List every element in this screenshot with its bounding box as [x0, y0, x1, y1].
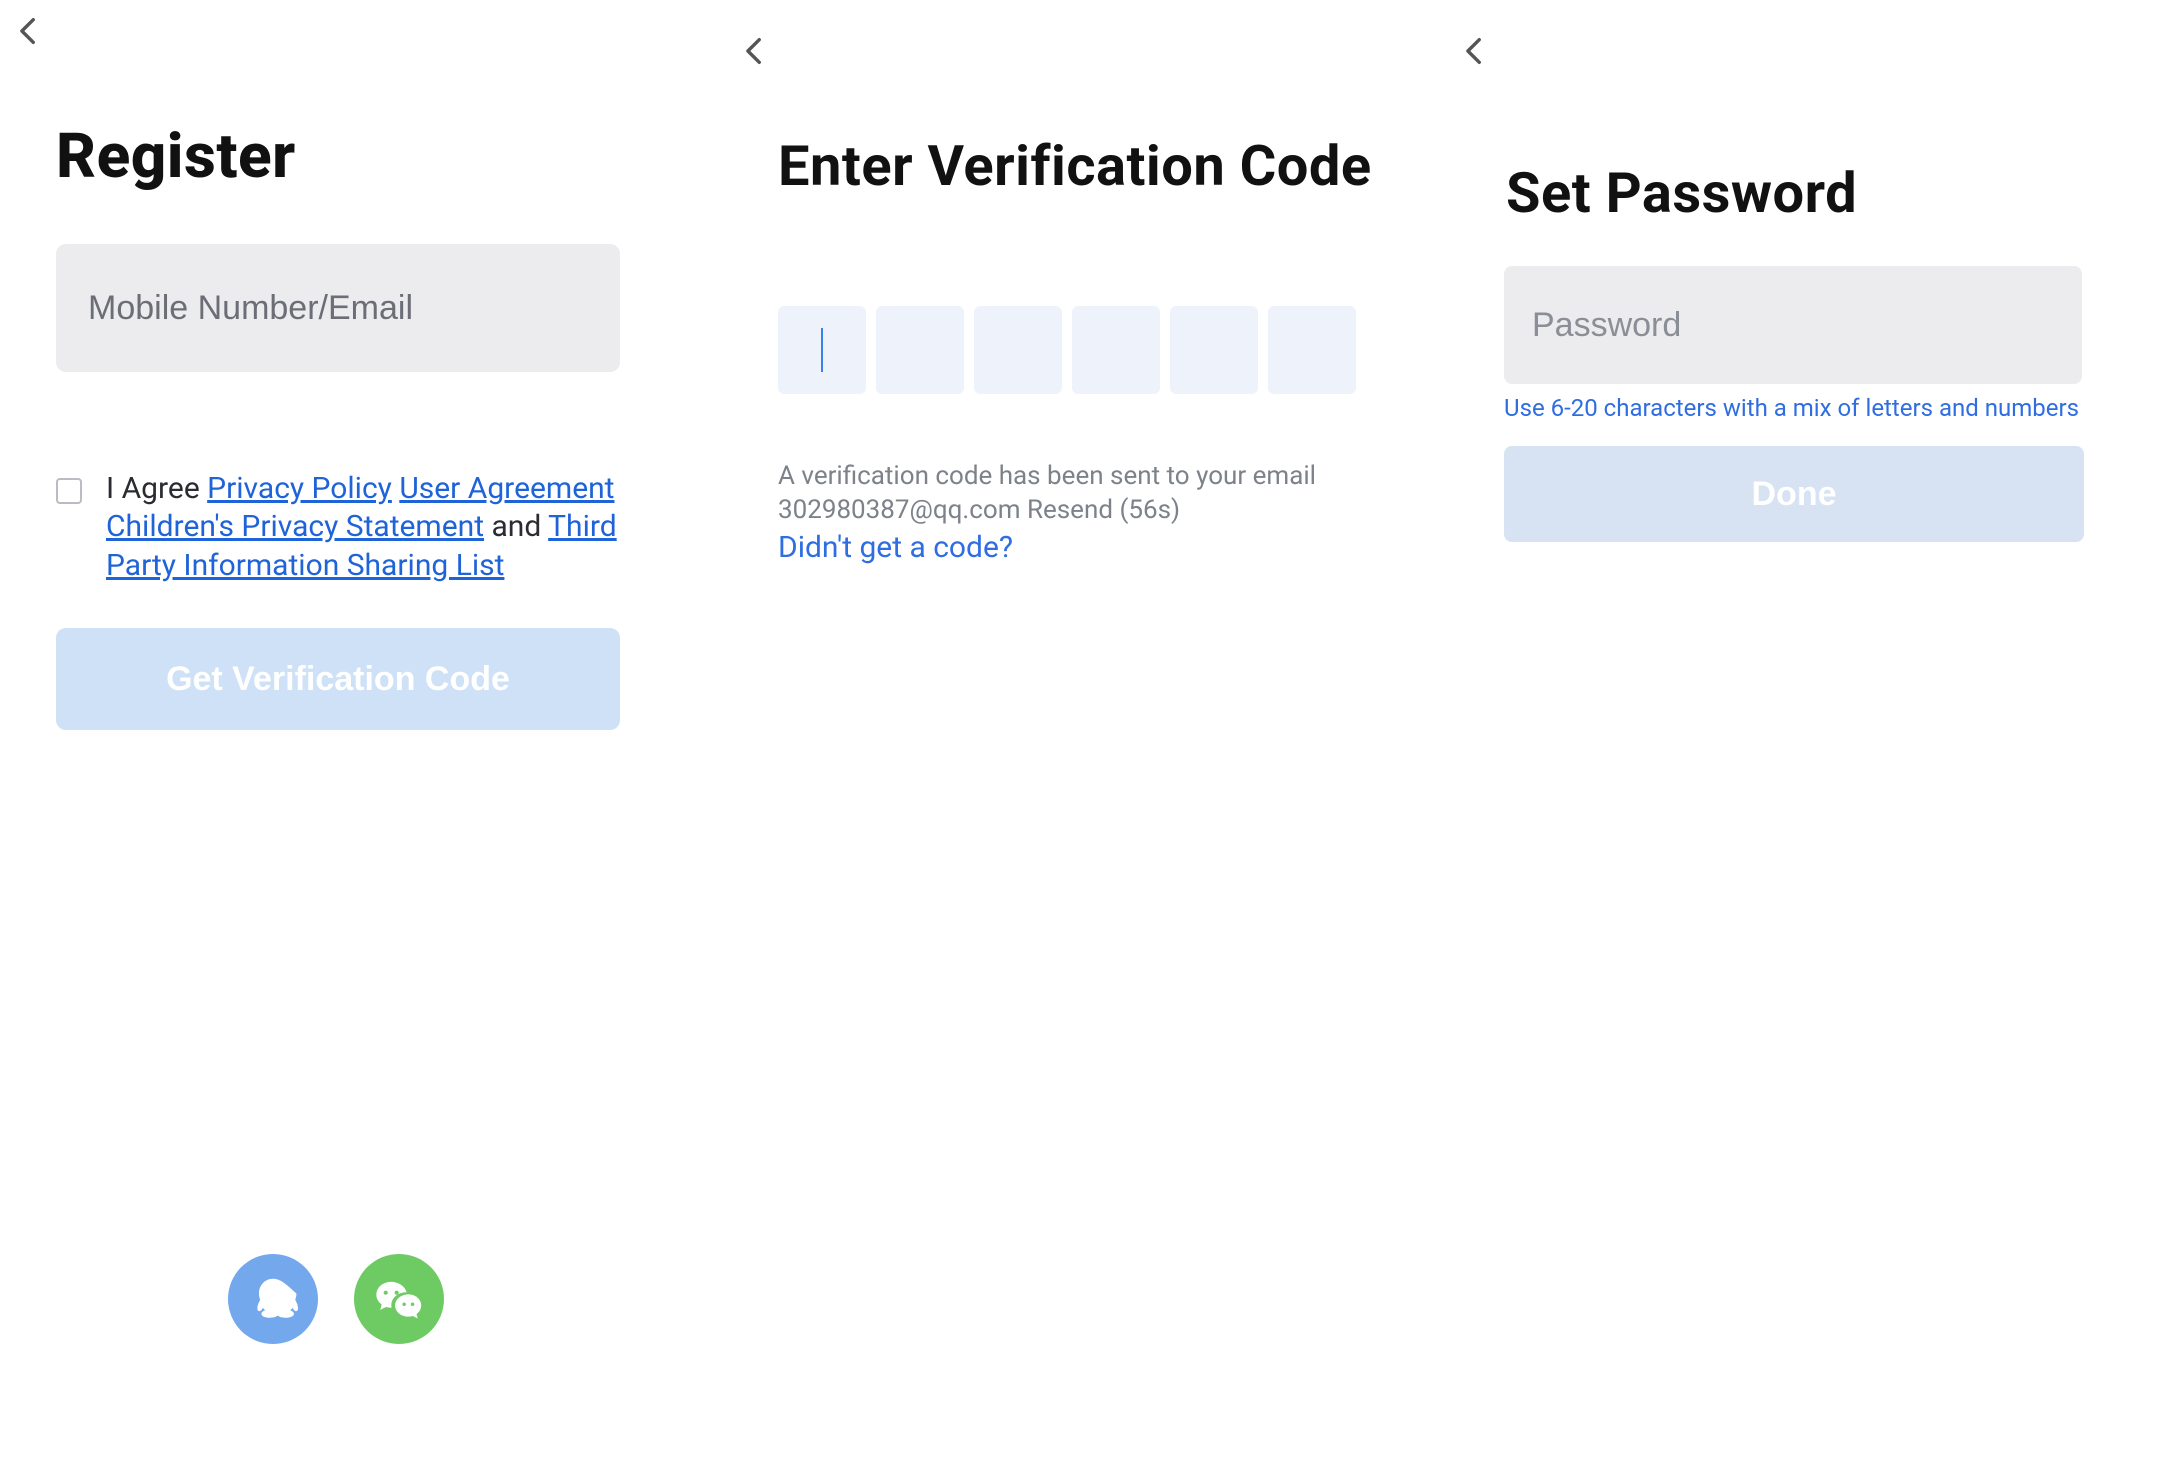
- verification-code-input[interactable]: [778, 306, 1356, 394]
- sent-line-1: A verification code has been sent to you…: [778, 461, 1316, 491]
- user-agreement-link[interactable]: User Agreement: [399, 471, 614, 506]
- mobile-email-input[interactable]: [56, 244, 620, 372]
- chevron-left-icon: [1458, 34, 1492, 68]
- chevron-left-icon: [738, 34, 772, 68]
- register-screen: Register I Agree Privacy Policy User Agr…: [0, 0, 680, 1466]
- set-password-screen: Set Password Use 6-20 characters with a …: [1440, 0, 2168, 1466]
- children-privacy-link[interactable]: Children's Privacy Statement: [106, 509, 484, 544]
- chevron-left-icon: [12, 14, 46, 48]
- done-button[interactable]: Done: [1504, 446, 2084, 542]
- page-title: Enter Verification Code: [778, 138, 1372, 196]
- code-digit-box[interactable]: [1170, 306, 1258, 394]
- social-login-row: [228, 1254, 444, 1344]
- wechat-login-button[interactable]: [354, 1254, 444, 1344]
- qq-login-button[interactable]: [228, 1254, 318, 1344]
- agree-checkbox[interactable]: [56, 478, 82, 504]
- page-title: Register: [56, 120, 296, 193]
- code-digit-box[interactable]: [1072, 306, 1160, 394]
- get-verification-code-button[interactable]: Get Verification Code: [56, 628, 620, 730]
- page-title: Set Password: [1506, 160, 1857, 226]
- sent-line-2: 302980387@qq.com Resend (56s): [778, 495, 1180, 525]
- verification-sent-text: A verification code has been sent to you…: [778, 460, 1338, 528]
- code-digit-box[interactable]: [876, 306, 964, 394]
- agree-row: I Agree Privacy Policy User Agreement Ch…: [56, 470, 620, 585]
- qq-icon: [248, 1274, 298, 1324]
- code-digit-box[interactable]: [778, 306, 866, 394]
- agree-text: I Agree Privacy Policy User Agreement Ch…: [106, 470, 620, 585]
- code-digit-box[interactable]: [974, 306, 1062, 394]
- verification-screen: Enter Verification Code A verification c…: [720, 0, 1400, 1466]
- password-input[interactable]: [1504, 266, 2082, 384]
- agree-and: and: [484, 509, 548, 544]
- password-hint: Use 6-20 characters with a mix of letter…: [1504, 394, 2104, 422]
- privacy-policy-link[interactable]: Privacy Policy: [207, 471, 392, 506]
- code-digit-box[interactable]: [1268, 306, 1356, 394]
- back-button[interactable]: [1458, 34, 1492, 68]
- agree-prefix: I Agree: [106, 471, 207, 506]
- back-button[interactable]: [738, 34, 772, 68]
- back-button[interactable]: [12, 14, 46, 48]
- didnt-get-code-link[interactable]: Didn't get a code?: [778, 530, 1013, 565]
- wechat-icon: [374, 1274, 424, 1324]
